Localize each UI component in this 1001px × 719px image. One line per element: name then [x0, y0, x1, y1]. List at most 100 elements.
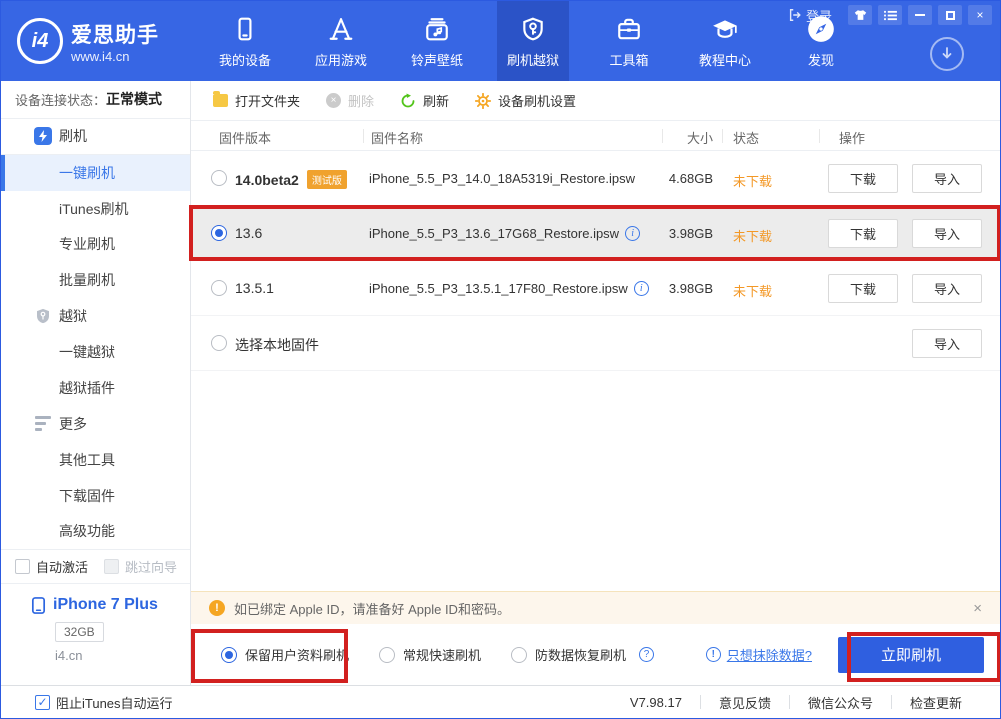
skin-button[interactable]	[848, 5, 872, 25]
maximize-button[interactable]	[938, 5, 962, 25]
main-content: 打开文件夹 × 删除 刷新 设备刷机设置 固件版本 固件名称 大小	[191, 81, 1000, 685]
refresh-button[interactable]: 刷新	[400, 91, 449, 110]
sidebar-item-pro-flash[interactable]: 专业刷机	[1, 227, 190, 263]
sidebar-item-label: 更多	[59, 414, 87, 434]
nav-ringtones-wallpapers[interactable]: 铃声壁纸	[401, 1, 473, 81]
nav-label: 教程中心	[699, 50, 751, 69]
col-name: 固件名称	[371, 128, 423, 147]
feedback-link[interactable]: 意见反馈	[701, 693, 789, 712]
checkbox-label: 跳过向导	[125, 557, 177, 576]
nav-tutorials[interactable]: 教程中心	[689, 1, 761, 81]
sidebar-item-one-click-flash[interactable]: 一键刷机	[1, 155, 190, 191]
menu-button[interactable]	[878, 5, 902, 25]
firmware-name: iPhone_5.5_P3_13.6_17G68_Restore.ipsw i	[369, 226, 640, 241]
toolbox-icon	[616, 14, 642, 44]
app-logo: i4 爱思助手 www.i4.cn	[1, 1, 197, 81]
sidebar-item-flash[interactable]: 刷机	[1, 119, 190, 155]
nav-label: 工具箱	[609, 50, 648, 69]
sidebar-item-advanced-features[interactable]: 高级功能	[1, 514, 190, 550]
sidebar-item-label: 其他工具	[59, 450, 115, 470]
import-firmware-button[interactable]: 导入	[912, 329, 982, 358]
normal-fast-flash-radio[interactable]: 常规快速刷机	[379, 645, 481, 664]
anti-data-recovery-radio[interactable]: 防数据恢复刷机 ?	[511, 645, 654, 664]
device-note: i4.cn	[55, 648, 190, 663]
sidebar-item-jailbreak-plugins[interactable]: 越狱插件	[1, 370, 190, 406]
jailbreak-shield-icon	[33, 306, 53, 326]
nav-toolbox[interactable]: 工具箱	[593, 1, 665, 81]
flash-now-button[interactable]: 立即刷机	[838, 637, 984, 673]
login-icon	[788, 8, 802, 22]
firmware-radio-selected[interactable]	[211, 225, 227, 241]
skip-wizard-checkbox[interactable]: 跳过向导	[104, 557, 177, 576]
delete-button[interactable]: × 删除	[326, 91, 374, 110]
import-firmware-button[interactable]: 导入	[912, 274, 982, 303]
firmware-radio[interactable]	[211, 170, 227, 186]
erase-data-link[interactable]: 只想抹除数据?	[727, 645, 812, 664]
window-controls: 登录 ×	[788, 5, 992, 25]
main-nav: 我的设备 应用游戏 铃声壁纸 刷机越狱	[197, 1, 869, 81]
download-firmware-button[interactable]: 下载	[828, 274, 898, 303]
device-capacity-badge: 32GB	[55, 622, 104, 642]
login-button[interactable]: 登录	[788, 6, 832, 25]
checkbox-label: 自动激活	[36, 557, 88, 576]
checkbox-checked-icon: ✓	[35, 695, 50, 710]
auto-activate-checkbox[interactable]: 自动激活	[15, 557, 88, 576]
nav-flash-jailbreak[interactable]: 刷机越狱	[497, 1, 569, 81]
login-label: 登录	[806, 6, 832, 25]
nav-apps-games[interactable]: 应用游戏	[305, 1, 377, 81]
erase-data-group: ! 只想抹除数据?	[706, 645, 812, 664]
firmware-row-14-0beta2: 14.0beta2 测试版 iPhone_5.5_P3_14.0_18A5319…	[191, 151, 1000, 206]
notice-close-icon[interactable]: ×	[973, 600, 982, 617]
sidebar-item-more[interactable]: 更多	[1, 406, 190, 442]
firmware-size: 4.68GB	[621, 171, 713, 186]
sidebar-item-label: 一键刷机	[59, 163, 115, 183]
download-firmware-button[interactable]: 下载	[828, 164, 898, 193]
firmware-radio[interactable]	[211, 335, 227, 351]
device-flash-settings-button[interactable]: 设备刷机设置	[475, 91, 576, 110]
minimize-button[interactable]	[908, 5, 932, 25]
sidebar-item-label: iTunes刷机	[59, 199, 129, 219]
keep-user-data-radio[interactable]: 保留用户资料刷机	[221, 645, 349, 664]
radio-icon	[221, 647, 237, 663]
warning-icon: !	[209, 600, 225, 616]
firmware-version: 13.6	[235, 225, 262, 241]
connection-status-label: 设备连接状态：	[15, 90, 106, 109]
sidebar-item-one-click-jailbreak[interactable]: 一键越狱	[1, 334, 190, 370]
notice-text: 如已绑定 Apple ID，请准备好 Apple ID和密码。	[234, 599, 510, 618]
app-header: i4 爱思助手 www.i4.cn 我的设备 应用游戏	[1, 1, 1000, 81]
radio-icon	[379, 647, 395, 663]
nav-label: 发现	[808, 50, 834, 69]
import-firmware-button[interactable]: 导入	[912, 164, 982, 193]
brand-name: 爱思助手	[71, 19, 159, 49]
wechat-account-link[interactable]: 微信公众号	[790, 693, 891, 712]
firmware-size: 3.98GB	[621, 226, 713, 241]
firmware-name: iPhone_5.5_P3_13.5.1_17F80_Restore.ipsw …	[369, 281, 649, 296]
help-icon[interactable]: ?	[639, 647, 654, 662]
nav-my-devices[interactable]: 我的设备	[209, 1, 281, 81]
more-menu-icon	[33, 414, 53, 434]
shirt-icon	[854, 9, 867, 21]
open-folder-button[interactable]: 打开文件夹	[213, 91, 300, 110]
sidebar-item-download-firmware[interactable]: 下载固件	[1, 478, 190, 514]
radio-label: 常规快速刷机	[403, 645, 481, 664]
check-update-link[interactable]: 检查更新	[892, 693, 980, 712]
firmware-radio[interactable]	[211, 280, 227, 296]
import-firmware-button[interactable]: 导入	[912, 219, 982, 248]
sidebar-item-other-tools[interactable]: 其他工具	[1, 442, 190, 478]
folder-icon	[213, 94, 228, 107]
sidebar-item-jailbreak[interactable]: 越狱	[1, 298, 190, 334]
download-firmware-button[interactable]: 下载	[828, 219, 898, 248]
prevent-itunes-checkbox[interactable]: ✓ 阻止iTunes自动运行	[35, 693, 173, 712]
sidebar-item-label: 下载固件	[59, 486, 115, 506]
close-button[interactable]: ×	[968, 5, 992, 25]
sidebar-item-batch-flash[interactable]: 批量刷机	[1, 262, 190, 298]
firmware-table-header: 固件版本 固件名称 大小 状态 操作	[191, 121, 1000, 151]
download-manager-button[interactable]	[930, 37, 964, 71]
radio-label: 保留用户资料刷机	[245, 645, 349, 664]
firmware-version: 13.5.1	[235, 280, 274, 296]
nav-label: 铃声壁纸	[411, 50, 463, 69]
sidebar-item-itunes-flash[interactable]: iTunes刷机	[1, 191, 190, 227]
sidebar-item-label: 刷机	[59, 126, 87, 146]
firmware-toolbar: 打开文件夹 × 删除 刷新 设备刷机设置	[191, 81, 1000, 121]
col-size: 大小	[621, 128, 713, 147]
